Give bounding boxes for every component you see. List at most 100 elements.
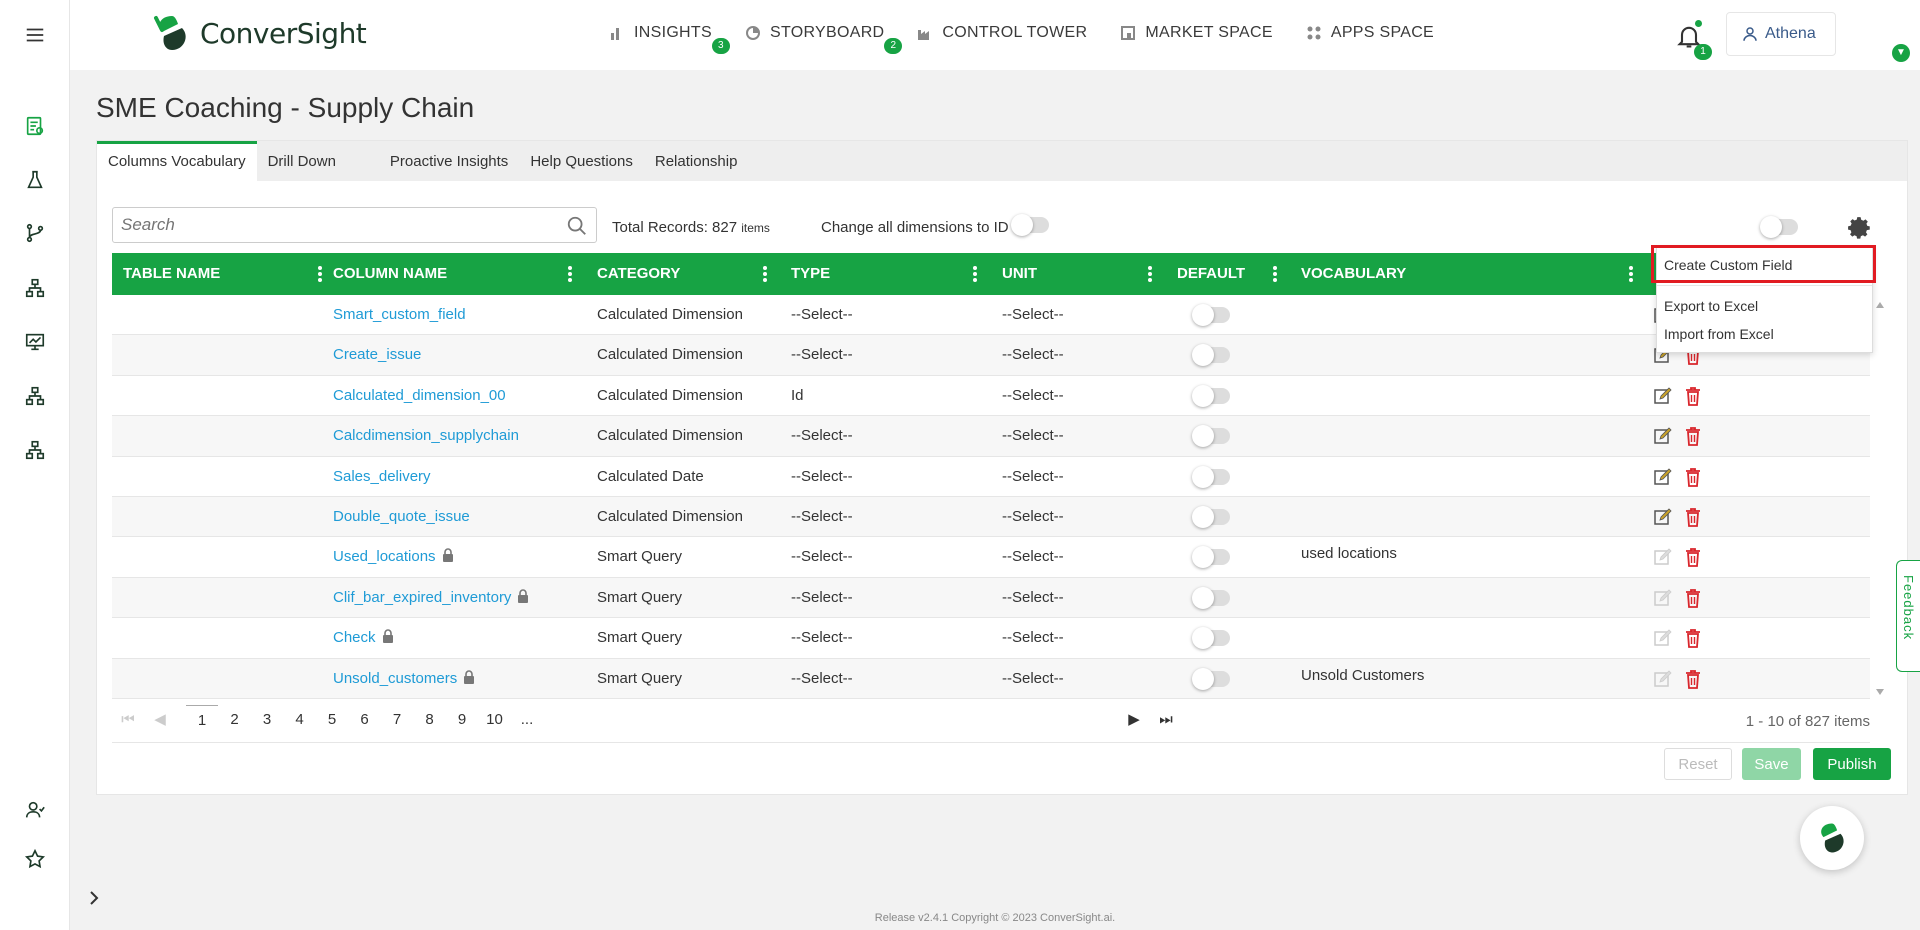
nav-storyboard[interactable]: STORYBOARD 2 — [744, 24, 903, 54]
type-select[interactable]: --Select-- — [791, 295, 853, 335]
flask-icon[interactable] — [22, 167, 48, 193]
search-icon[interactable] — [566, 215, 588, 237]
header-column-name[interactable]: COLUMN NAME — [333, 253, 572, 295]
default-toggle[interactable] — [1192, 586, 1230, 609]
edit-icon[interactable] — [1654, 427, 1672, 445]
nav-apps-space[interactable]: APPS SPACE — [1305, 24, 1434, 42]
delete-icon[interactable] — [1685, 467, 1701, 487]
delete-icon[interactable] — [1685, 588, 1701, 608]
default-toggle[interactable] — [1192, 546, 1230, 569]
feedback-tab[interactable]: Feedback — [1896, 560, 1920, 672]
default-toggle[interactable] — [1192, 304, 1230, 326]
page-number[interactable]: 9 — [446, 705, 478, 735]
unit-select[interactable]: --Select-- — [1002, 295, 1064, 335]
tab-help-questions[interactable]: Help Questions — [519, 141, 644, 181]
tab-columns-vocabulary[interactable]: Columns Vocabulary — [97, 141, 257, 181]
type-select[interactable]: Id — [791, 376, 804, 416]
default-toggle[interactable] — [1192, 344, 1230, 367]
page-number[interactable]: 6 — [349, 705, 381, 735]
column-name-link[interactable]: Calculated_dimension_00 — [333, 387, 506, 404]
hierarchy-icon-3[interactable] — [22, 437, 48, 463]
unit-select[interactable]: --Select-- — [1002, 618, 1064, 658]
vocabulary-cell[interactable]: used locations — [1301, 534, 1397, 574]
column-name-link[interactable]: Unsold_customers — [333, 670, 457, 687]
page-number[interactable]: 2 — [219, 705, 251, 735]
column-menu-icon[interactable] — [318, 266, 322, 282]
type-select[interactable]: --Select-- — [791, 578, 853, 618]
chevron-right-icon[interactable] — [86, 890, 102, 906]
delete-icon[interactable] — [1685, 547, 1701, 568]
branch-icon[interactable] — [22, 220, 48, 246]
nav-market-space[interactable]: MARKET SPACE — [1119, 24, 1273, 42]
next-page-icon[interactable]: ▶ — [1118, 705, 1150, 735]
export-excel-item[interactable]: Export to Excel — [1664, 298, 1758, 314]
type-select[interactable]: --Select-- — [791, 457, 853, 497]
hierarchy-icon-2[interactable] — [22, 383, 48, 409]
user-menu[interactable]: Athena — [1726, 12, 1836, 56]
settings-toggle[interactable] — [1760, 216, 1798, 238]
assistant-button[interactable] — [1800, 806, 1864, 870]
header-type[interactable]: TYPE — [791, 253, 977, 295]
search-input[interactable] — [113, 208, 543, 242]
column-menu-icon[interactable] — [973, 266, 977, 282]
nav-control-tower[interactable]: CONTROL TOWER — [916, 24, 1087, 42]
header-category[interactable]: CATEGORY — [597, 253, 767, 295]
column-name-link[interactable]: Sales_delivery — [333, 468, 431, 485]
unit-select[interactable]: --Select-- — [1002, 659, 1064, 699]
page-number[interactable]: 7 — [381, 705, 413, 735]
page-number[interactable]: ... — [511, 705, 543, 735]
delete-icon[interactable] — [1685, 426, 1701, 447]
default-toggle[interactable] — [1192, 425, 1230, 448]
table-scrollbar[interactable] — [1874, 296, 1886, 699]
page-number[interactable]: 4 — [284, 705, 316, 735]
column-name-link[interactable]: Double_quote_issue — [333, 508, 470, 525]
presentation-icon[interactable] — [22, 329, 48, 355]
star-icon[interactable] — [22, 846, 48, 872]
header-unit[interactable]: UNIT — [1002, 253, 1152, 295]
save-button[interactable]: Save — [1742, 748, 1801, 780]
column-menu-icon[interactable] — [1629, 266, 1633, 282]
edit-icon[interactable] — [1654, 467, 1672, 486]
chevron-down-icon[interactable]: ▼ — [1892, 44, 1910, 62]
vocabulary-icon[interactable] — [22, 113, 48, 139]
column-menu-icon[interactable] — [763, 266, 767, 282]
delete-icon[interactable] — [1685, 669, 1701, 689]
default-toggle[interactable] — [1192, 384, 1230, 407]
unit-select[interactable]: --Select-- — [1002, 537, 1064, 577]
column-name-link[interactable]: Used_locations — [333, 548, 436, 565]
page-number[interactable]: 10 — [479, 705, 511, 735]
type-select[interactable]: --Select-- — [791, 618, 853, 658]
tab-proactive-insights[interactable]: Proactive Insights — [379, 141, 519, 181]
column-name-link[interactable]: Create_issue — [333, 346, 421, 363]
unit-select[interactable]: --Select-- — [1002, 497, 1064, 537]
unit-select[interactable]: --Select-- — [1002, 457, 1064, 497]
default-toggle[interactable] — [1192, 667, 1230, 690]
type-select[interactable]: --Select-- — [791, 335, 853, 375]
unit-select[interactable]: --Select-- — [1002, 335, 1064, 375]
vocabulary-cell[interactable]: Unsold Customers — [1301, 656, 1424, 696]
column-name-link[interactable]: Smart_custom_field — [333, 306, 466, 323]
column-menu-icon[interactable] — [1273, 266, 1277, 282]
default-toggle[interactable] — [1192, 505, 1230, 528]
nav-insights[interactable]: INSIGHTS 3 — [608, 24, 730, 54]
prev-page-icon[interactable]: ◀ — [144, 705, 176, 735]
unit-select[interactable]: --Select-- — [1002, 416, 1064, 456]
default-toggle[interactable] — [1192, 465, 1230, 488]
delete-icon[interactable] — [1685, 386, 1701, 406]
edit-icon[interactable] — [1654, 508, 1672, 526]
column-name-link[interactable]: Check — [333, 629, 376, 646]
unit-select[interactable]: --Select-- — [1002, 578, 1064, 618]
page-number[interactable]: 8 — [414, 705, 446, 735]
unit-select[interactable]: --Select-- — [1002, 376, 1064, 416]
edit-icon[interactable] — [1654, 387, 1672, 405]
hierarchy-icon[interactable] — [22, 275, 48, 301]
column-menu-icon[interactable] — [1148, 266, 1152, 282]
menu-icon[interactable] — [22, 22, 48, 48]
reset-button[interactable]: Reset — [1664, 748, 1732, 780]
column-name-link[interactable]: Clif_bar_expired_inventory — [333, 589, 511, 606]
tab-relationship[interactable]: Relationship — [644, 141, 749, 181]
type-select[interactable]: --Select-- — [791, 537, 853, 577]
type-select[interactable]: --Select-- — [791, 659, 853, 699]
page-number[interactable]: 3 — [251, 705, 283, 735]
header-table-name[interactable]: TABLE NAME — [123, 253, 322, 295]
